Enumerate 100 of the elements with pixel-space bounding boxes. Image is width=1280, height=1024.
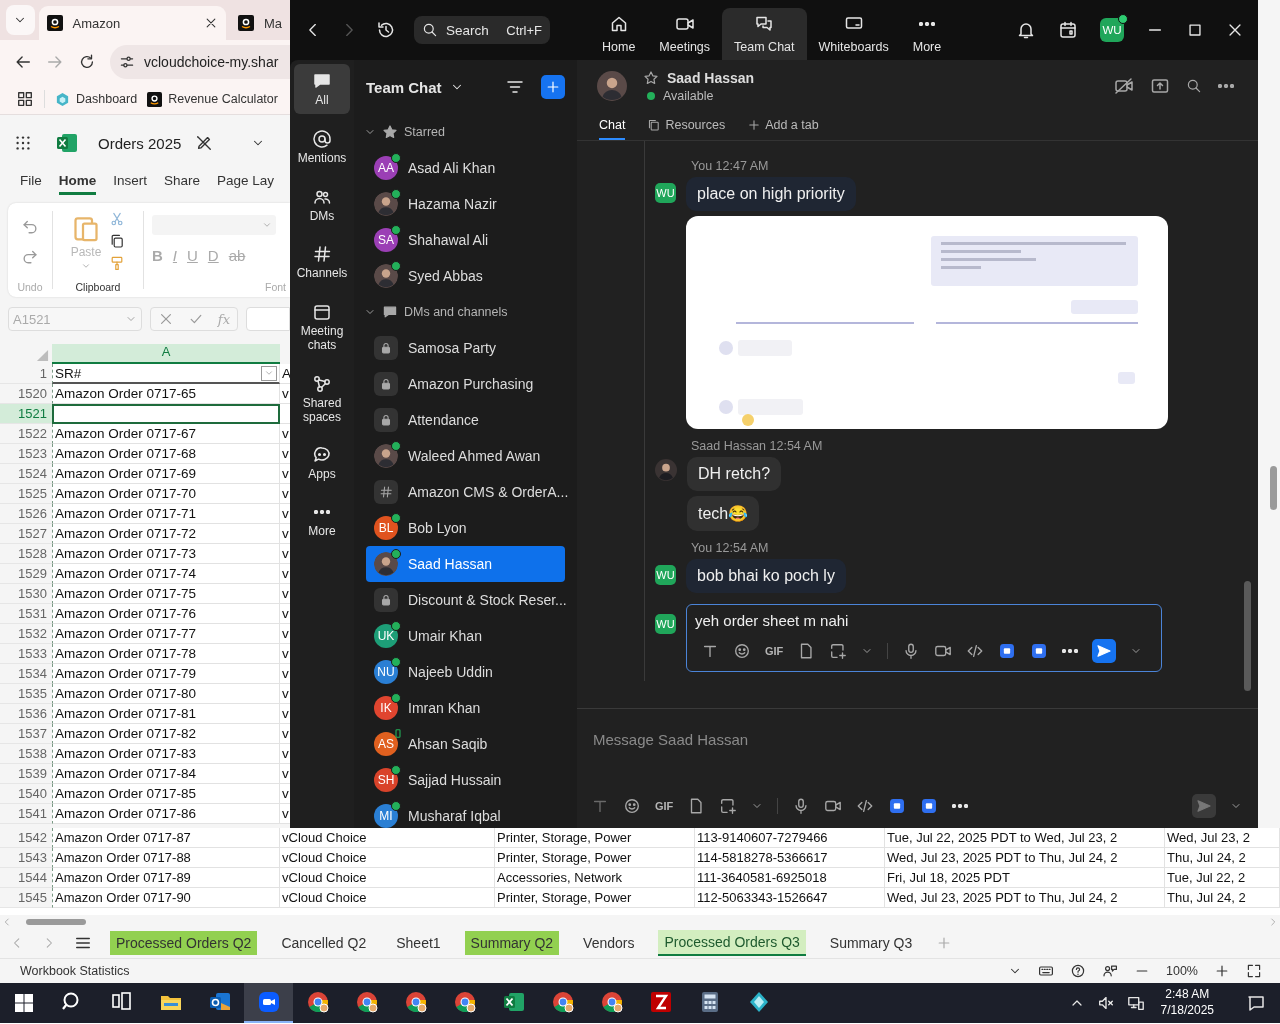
message-field[interactable]: Message Saad Hassan — [577, 709, 1258, 769]
sheet-tab[interactable]: Cancelled Q2 — [275, 931, 373, 955]
scrollbar-thumb[interactable] — [1244, 581, 1251, 691]
column-header[interactable]: A — [52, 344, 280, 364]
chat-list-item[interactable]: BL Bob Lyon — [366, 510, 565, 546]
keyboard-icon[interactable] — [1038, 963, 1054, 979]
rail-item[interactable]: DMs — [294, 179, 350, 230]
nav-tab[interactable]: Whiteboards — [806, 8, 901, 60]
chat-tab[interactable]: Resources — [647, 112, 726, 140]
screenshot-icon[interactable] — [829, 642, 848, 660]
site-settings-icon[interactable] — [119, 54, 135, 70]
code-icon[interactable] — [856, 797, 875, 815]
status-text[interactable]: Workbook Statistics — [20, 964, 130, 978]
taskbar-button[interactable] — [244, 983, 293, 1023]
file-name[interactable]: Orders 2025 — [98, 134, 182, 152]
rail-item[interactable]: All — [294, 64, 350, 114]
filter-button[interactable] — [261, 365, 277, 381]
address-bar[interactable]: vcloudchoice-my.shar — [110, 45, 290, 79]
copy-icon[interactable] — [109, 233, 126, 249]
row-number[interactable]: 1536 — [0, 704, 52, 724]
chat-list-item[interactable]: Samosa Party — [366, 330, 565, 366]
chat-list-item[interactable]: SH Sajjad Hussain — [366, 762, 565, 798]
app-icon[interactable] — [1030, 642, 1049, 660]
sheet-tab[interactable]: Processed Orders Q3 — [658, 930, 806, 956]
chat-tab[interactable]: Add a tab — [747, 112, 819, 140]
chat-list-item[interactable]: MI Musharaf Iqbal — [366, 798, 565, 828]
apps-grid-icon[interactable] — [16, 90, 34, 108]
zoom-level[interactable]: 100% — [1166, 964, 1198, 978]
star-icon[interactable] — [643, 69, 659, 86]
sheet-tab[interactable]: Sheet1 — [390, 931, 447, 955]
app-launcher-icon[interactable] — [14, 134, 32, 152]
clock[interactable]: 2:48 AM 7/18/2025 — [1160, 987, 1214, 1019]
emoji-icon[interactable] — [623, 797, 641, 815]
chat-list-item[interactable]: IK Imran Khan — [366, 690, 565, 726]
row-number[interactable]: 1528 — [0, 544, 52, 564]
row-number[interactable]: 1531 — [0, 604, 52, 624]
search-field[interactable]: Search Ctrl+F — [414, 16, 550, 44]
new-chat-button[interactable] — [541, 75, 565, 99]
sheet-tab[interactable]: Summary Q2 — [464, 931, 560, 955]
sheet-tab[interactable]: Vendors — [577, 931, 641, 955]
more-icon[interactable] — [1062, 649, 1079, 653]
row-number[interactable]: 1534 — [0, 664, 52, 684]
chat-list-item[interactable]: Saad Hassan — [366, 546, 565, 582]
search-icon[interactable] — [1186, 78, 1202, 94]
row-number[interactable]: 1529 — [0, 564, 52, 584]
history-icon[interactable] — [376, 20, 396, 40]
sheet-tab[interactable]: Processed Orders Q2 — [110, 931, 258, 955]
ribbon-tab[interactable]: Share — [164, 169, 201, 195]
row-number[interactable]: 1522 — [0, 424, 52, 444]
zoom-in-icon[interactable] — [1214, 963, 1230, 979]
rail-item[interactable]: Mentions — [294, 121, 350, 172]
rail-item[interactable]: Shared spaces — [294, 366, 350, 431]
row-number[interactable]: 1523 — [0, 444, 52, 464]
ribbon-tab[interactable]: File — [20, 169, 42, 195]
row-number[interactable]: 1542 — [0, 828, 52, 848]
feedback-icon[interactable] — [1102, 963, 1118, 979]
bell-icon[interactable] — [1016, 20, 1036, 40]
formula-field[interactable] — [246, 307, 290, 331]
nav-tab[interactable]: Meetings — [647, 8, 723, 60]
row-number[interactable]: 1544 — [0, 868, 52, 888]
chat-list-item[interactable]: UK Umair Khan — [366, 618, 565, 654]
network-icon[interactable] — [1126, 994, 1145, 1012]
gif-button[interactable]: GIF — [655, 800, 674, 812]
browser-tab[interactable]: Ma — [229, 6, 290, 40]
ribbon-tab[interactable]: Insert — [113, 169, 148, 195]
row-number[interactable]: 1538 — [0, 744, 52, 764]
section-header[interactable]: DMs and channels — [354, 294, 577, 330]
row-number[interactable]: 1520 — [0, 384, 52, 404]
row-number[interactable]: 1533 — [0, 644, 52, 664]
rail-item[interactable]: Apps — [294, 438, 350, 489]
row-number[interactable]: 1539 — [0, 764, 52, 784]
row-number[interactable]: 1545 — [0, 888, 52, 908]
row-number[interactable]: 1530 — [0, 584, 52, 604]
notifications-icon[interactable] — [1246, 993, 1266, 1013]
row-number[interactable]: 1537 — [0, 724, 52, 744]
editing-off-icon[interactable] — [195, 134, 214, 152]
sheet-tab[interactable]: Summary Q3 — [823, 931, 919, 955]
more-icon[interactable] — [952, 804, 969, 808]
send-button[interactable] — [1092, 639, 1117, 663]
help-icon[interactable] — [1070, 963, 1086, 979]
row-number[interactable]: 1543 — [0, 848, 52, 868]
speaker-muted-icon[interactable] — [1096, 994, 1115, 1012]
panel-title[interactable]: Team Chat — [366, 78, 442, 96]
chat-tab[interactable]: Chat — [599, 112, 626, 140]
chat-list-item[interactable]: Syed Abbas — [366, 258, 565, 294]
nav-tab[interactable]: More — [900, 8, 954, 60]
reload-icon[interactable] — [78, 53, 96, 71]
app-icon[interactable] — [998, 642, 1017, 660]
app-icon[interactable] — [888, 797, 907, 815]
ribbon-tab[interactable]: Home — [58, 169, 97, 195]
row-number[interactable]: 1535 — [0, 684, 52, 704]
ribbon-tab[interactable]: Page Lay — [217, 169, 275, 195]
scrollbar-thumb[interactable] — [26, 918, 86, 925]
chat-list-item[interactable]: Discount & Stock Reser... — [366, 582, 565, 618]
row-number[interactable]: 1527 — [0, 524, 52, 544]
video-off-icon[interactable] — [1114, 76, 1134, 96]
app-icon[interactable] — [920, 797, 939, 815]
chat-list-item[interactable]: Attendance — [366, 402, 565, 438]
calendar-icon[interactable] — [1058, 20, 1078, 40]
fullscreen-icon[interactable] — [1246, 963, 1262, 979]
